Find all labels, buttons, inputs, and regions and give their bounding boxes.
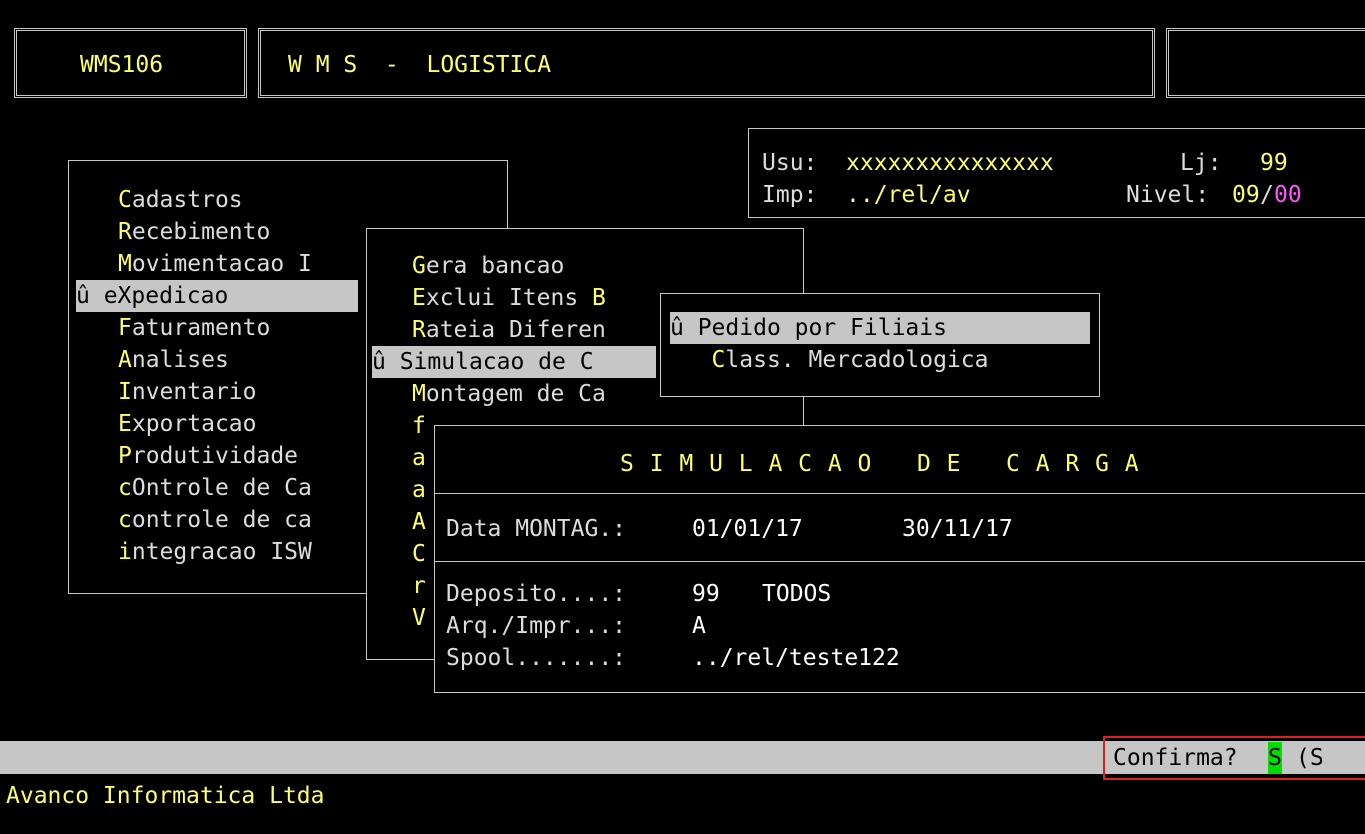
submenu-item-montagem-de-ca[interactable]: Montagem de Ca <box>412 378 606 410</box>
submenu-item-exclui-itens[interactable]: Exclui Itens B <box>412 282 606 314</box>
menu-item-produtividade[interactable]: Produtividade <box>118 440 298 472</box>
menu-item-integracao-isw[interactable]: integracao ISW <box>118 536 312 568</box>
menu-item-class-mercadologica[interactable]: Class. Mercadologica <box>670 344 989 376</box>
deposito-code-field[interactable]: 99 <box>692 578 720 610</box>
menu-item-controle-de-ca[interactable]: cOntrole de Ca <box>118 472 312 504</box>
menu-item-movimentacao-i[interactable]: Movimentacao I <box>118 248 312 280</box>
menu-item-pedido-por-filiais[interactable]: û Pedido por Filiais <box>670 312 1090 344</box>
submenu-item-a[interactable]: A <box>412 506 426 538</box>
spool-label: Spool.......: <box>446 645 627 671</box>
menu-item-inventario[interactable]: Inventario <box>118 376 256 408</box>
header-right-box <box>1166 28 1365 98</box>
data-to-field[interactable]: 30/11/17 <box>902 513 1013 545</box>
submenu-item-rateia-diferen[interactable]: Rateia Diferen <box>412 314 606 346</box>
menu-item-faturamento[interactable]: Faturamento <box>118 312 270 344</box>
printer-label: Imp: <box>762 182 818 208</box>
form-title: S I M U L A C A O D E C A R G A <box>620 451 1140 477</box>
submenu-item-v[interactable]: V <box>412 602 426 634</box>
submenu-item-simulacao-de-c[interactable]: û Simulacao de C <box>372 346 656 378</box>
submenu-item-f[interactable]: f <box>412 410 426 442</box>
confirm-options: (S <box>1296 745 1324 771</box>
arq-label: Arq./Impr...: <box>446 613 627 639</box>
data-label: Data MONTAG.: <box>446 516 627 542</box>
system-title: W M S - LOGISTICA <box>288 52 552 78</box>
submenu-item-a[interactable]: a <box>412 474 426 506</box>
form-divider-1 <box>434 493 1365 494</box>
program-code: WMS106 <box>80 52 164 78</box>
submenu-item-gera-bancao[interactable]: Gera bancao <box>412 250 564 282</box>
spool-field[interactable]: ../rel/teste122 <box>692 642 900 674</box>
user-value: xxxxxxxxxxxxxxx <box>846 150 1054 176</box>
deposito-label: Deposito....: <box>446 581 627 607</box>
submenu-item-a[interactable]: a <box>412 442 426 474</box>
menu-item-expedicao[interactable]: û eXpedicao <box>76 280 358 312</box>
confirm-label: Confirma? <box>1113 745 1238 771</box>
store-label: Lj: <box>1180 150 1222 176</box>
data-from-field[interactable]: 01/01/17 <box>692 513 803 545</box>
store-value: 99 <box>1260 150 1288 176</box>
printer-value: ../rel/av <box>846 182 971 208</box>
level-label: Nivel: <box>1126 182 1210 208</box>
submenu-item-c[interactable]: C <box>412 538 426 570</box>
level-separator: / <box>1260 182 1274 208</box>
menu-item-analises[interactable]: Analises <box>118 344 229 376</box>
menu-item-cadastros[interactable]: Cadastros <box>118 184 243 216</box>
level-sub: 00 <box>1274 182 1302 208</box>
menu-item-exportacao[interactable]: Exportacao <box>118 408 256 440</box>
level-value: 09 <box>1232 182 1260 208</box>
user-label: Usu: <box>762 150 818 176</box>
form-divider-2 <box>434 561 1365 562</box>
deposito-name: TODOS <box>762 581 832 607</box>
confirm-value[interactable]: S <box>1268 742 1282 774</box>
menu-item-recebimento[interactable]: Recebimento <box>118 216 270 248</box>
submenu-item-r[interactable]: r <box>412 570 426 602</box>
arq-field[interactable]: A <box>692 610 706 642</box>
menu-item-controle-de-ca[interactable]: controle de ca <box>118 504 312 536</box>
company-name: Avanco Informatica Ltda <box>6 783 325 809</box>
